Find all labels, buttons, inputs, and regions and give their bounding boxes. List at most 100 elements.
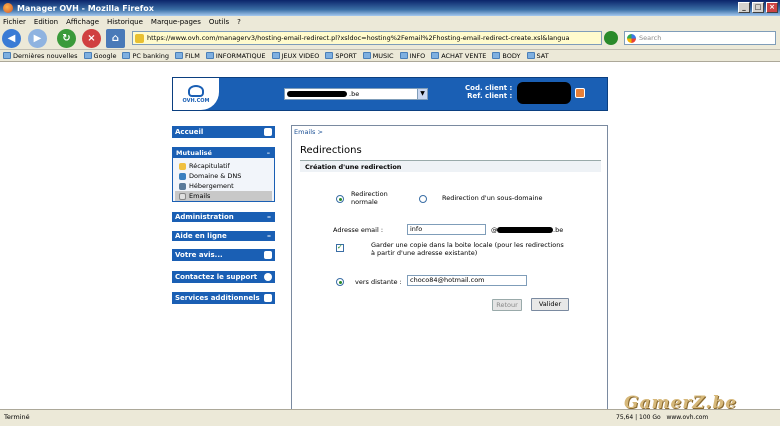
- folder-icon: [362, 52, 371, 59]
- logout-icon[interactable]: [575, 88, 585, 98]
- sidebar-item-administration[interactable]: Administration –: [172, 212, 275, 222]
- collapse-icon[interactable]: –: [267, 231, 271, 241]
- globe-icon: [179, 172, 186, 180]
- bookmark-item[interactable]: PC banking: [122, 52, 169, 60]
- vers-distante-radio[interactable]: [336, 278, 344, 286]
- bookmark-icon: [122, 52, 131, 59]
- services-icon: [264, 294, 272, 302]
- menu-affichage[interactable]: Affichage: [66, 18, 99, 26]
- bookmark-folder[interactable]: SAT: [526, 52, 549, 60]
- window-title-bar: Manager OVH - Mozilla Firefox _ □ ×: [0, 0, 780, 16]
- sidebar-item-accueil[interactable]: Accueil: [172, 126, 275, 138]
- forward-button[interactable]: ▶: [28, 29, 47, 48]
- collapse-icon[interactable]: –: [267, 148, 270, 158]
- domain-select[interactable]: .be ▼: [284, 88, 428, 100]
- keep-copy-checkbox[interactable]: [336, 243, 344, 252]
- bookmark-folder[interactable]: BODY: [492, 52, 521, 60]
- support-icon: [264, 273, 272, 281]
- bookmark-folder[interactable]: ACHAT VENTE: [431, 52, 486, 60]
- menu-historique[interactable]: Historique: [107, 18, 143, 26]
- lock-icon: [135, 34, 144, 43]
- email-label: Adresse email :: [333, 226, 384, 234]
- bookmark-item[interactable]: Dernières nouvelles: [3, 52, 78, 60]
- page-title: Redirections: [300, 145, 362, 156]
- bookmark-folder[interactable]: FILM: [175, 52, 200, 60]
- status-text: Terminé: [4, 413, 30, 421]
- sidebar-item-emails[interactable]: Emails: [175, 191, 272, 201]
- redacted-domain: [287, 91, 347, 97]
- sidebar-item-label: Administration: [175, 213, 234, 221]
- search-placeholder: Search: [639, 34, 662, 42]
- home-icon: [264, 128, 272, 136]
- client-info: Cod. client : Ref. client :: [465, 84, 512, 100]
- menu-edition[interactable]: Edition: [34, 18, 58, 26]
- menu-outils[interactable]: Outils: [209, 18, 229, 26]
- breadcrumb[interactable]: Emails >: [294, 128, 323, 136]
- reload-button[interactable]: ↻: [57, 29, 76, 48]
- menu-fichier[interactable]: Fichier: [3, 18, 26, 26]
- bookmark-folder[interactable]: JEUX VIDEO: [271, 52, 319, 60]
- folder-icon: [205, 52, 214, 59]
- valider-button[interactable]: Valider: [531, 298, 569, 311]
- back-button[interactable]: ◀: [2, 29, 21, 48]
- sidebar-item-hebergement[interactable]: Hébergement: [175, 181, 272, 191]
- redirection-normale-radio[interactable]: [336, 195, 344, 203]
- ovh-logo-text: OVH.COM: [182, 97, 210, 104]
- bookmark-folder[interactable]: MUSIC: [362, 52, 394, 60]
- url-bar[interactable]: https://www.ovh.com/managerv3/hosting-em…: [132, 31, 602, 45]
- domain-suffix: .be: [349, 90, 360, 98]
- sidebar-item-contact-support[interactable]: Contactez le support: [172, 271, 275, 283]
- ovh-logo-icon: [188, 84, 204, 97]
- bookmark-folder[interactable]: INFORMATIQUE: [205, 52, 266, 60]
- server-icon: [179, 182, 186, 190]
- window-title: Manager OVH - Mozilla Firefox: [17, 3, 154, 13]
- bookmarks-toolbar: Dernières nouvelles Google PC banking FI…: [0, 50, 780, 62]
- home-button[interactable]: ⌂: [106, 29, 125, 48]
- sidebar-item-services[interactable]: Services additionnels: [172, 292, 275, 304]
- hand-icon: [264, 251, 272, 259]
- url-text: https://www.ovh.com/managerv3/hosting-em…: [147, 34, 570, 42]
- redacted-client-ids: [517, 82, 571, 104]
- bookmark-item[interactable]: Google: [83, 52, 116, 60]
- folder-icon: [271, 52, 280, 59]
- menu-marque-pages[interactable]: Marque-pages: [151, 18, 201, 26]
- sidebar-item-aide[interactable]: Aide en ligne –: [172, 231, 275, 241]
- ovh-header: OVH.COM .be ▼ Cod. client : Ref. client …: [172, 77, 608, 111]
- folder-icon: [399, 52, 408, 59]
- sidebar-item-label: Accueil: [175, 128, 204, 136]
- section-header: Création d'une redirection: [300, 160, 601, 172]
- google-icon: [627, 34, 636, 43]
- sidebar-group-label: Mutualisé: [176, 149, 212, 157]
- search-input[interactable]: Search: [624, 31, 776, 45]
- watermark-text: GamerZ.be: [624, 393, 738, 413]
- bookmark-folder[interactable]: INFO: [399, 52, 425, 60]
- minimize-button[interactable]: _: [738, 2, 750, 13]
- menu-bar: Fichier Edition Affichage Historique Mar…: [0, 16, 780, 27]
- sidebar-item-recapitulatif[interactable]: Récapitulatif: [175, 161, 272, 171]
- sidebar-group-header[interactable]: Mutualisé –: [173, 148, 274, 158]
- redirection-sous-domaine-radio[interactable]: [419, 195, 427, 203]
- ovh-logo[interactable]: OVH.COM: [173, 78, 219, 110]
- folder-icon: [526, 52, 535, 59]
- menu-help[interactable]: ?: [237, 18, 241, 26]
- sidebar-item-label: Aide en ligne: [175, 232, 227, 240]
- maximize-button[interactable]: □: [752, 2, 764, 13]
- chevron-down-icon[interactable]: ▼: [417, 89, 427, 99]
- retour-button[interactable]: Retour: [492, 299, 522, 311]
- page-content: OVH.COM .be ▼ Cod. client : Ref. client …: [0, 62, 780, 417]
- bookmark-folder[interactable]: SPORT: [325, 52, 357, 60]
- rss-icon: [3, 52, 11, 59]
- close-button[interactable]: ×: [766, 2, 778, 13]
- email-field[interactable]: info: [407, 224, 486, 235]
- stop-button[interactable]: ×: [82, 29, 101, 48]
- collapse-icon[interactable]: –: [267, 212, 271, 222]
- folder-icon: [325, 52, 334, 59]
- redacted-domain: [497, 227, 553, 233]
- folder-icon: [492, 52, 501, 59]
- destination-email-field[interactable]: choco84@hotmail.com: [407, 275, 527, 286]
- redirection-sous-domaine-label: Redirection d'un sous-domaine: [442, 194, 543, 202]
- go-button[interactable]: [604, 31, 618, 45]
- sidebar-item-domaine-dns[interactable]: Domaine & DNS: [175, 171, 272, 181]
- sidebar-item-votre-avis[interactable]: Votre avis...: [172, 249, 275, 261]
- navigation-toolbar: ◀ ▶ ↻ × ⌂ https://www.ovh.com/managerv3/…: [0, 27, 780, 50]
